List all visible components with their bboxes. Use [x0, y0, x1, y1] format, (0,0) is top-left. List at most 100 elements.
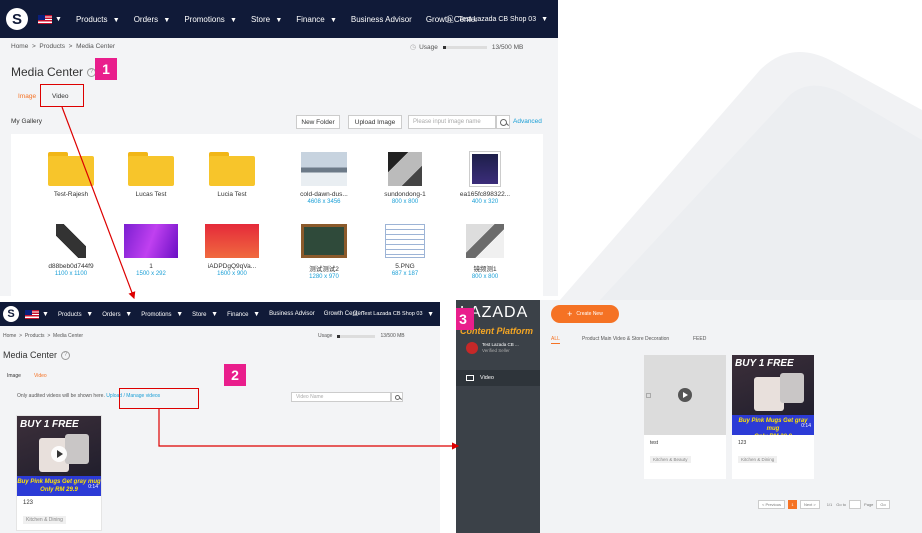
nav-store[interactable]: Store ▼	[251, 15, 282, 24]
sidebar-item-video[interactable]: Video	[456, 370, 540, 386]
create-new-button[interactable]: + Create New	[551, 305, 619, 323]
item-size: 800 x 800	[471, 274, 499, 280]
step-badge-1: 1	[95, 58, 117, 80]
video-thumbnail: BUY 1 FREE Buy Pink Mugs Get gray mugOnl…	[732, 355, 814, 435]
page-number-current[interactable]: 1	[788, 500, 798, 509]
media-center-image-panel: S ▼ Products ▼ Orders ▼ Promotions ▼ Sto…	[0, 0, 558, 296]
gallery-label: My Gallery	[11, 118, 43, 125]
upload-image-button[interactable]: Upload Image	[348, 115, 402, 129]
image-item[interactable]: cold-dawn-dus... 4608 x 3456	[284, 152, 364, 205]
image-item[interactable]: d88beb0d744f9 1100 x 1100	[31, 224, 111, 277]
plus-icon: +	[567, 309, 573, 319]
video-card[interactable]: test Kitchen & Beauty	[644, 355, 726, 479]
usage-bar	[442, 45, 487, 49]
nav-store[interactable]: Store ▼	[192, 311, 218, 318]
chevron-down-icon[interactable]: ▼	[42, 311, 49, 318]
highlight-video-tab	[40, 84, 84, 107]
next-page-button[interactable]: Next >	[800, 500, 820, 509]
nav-orders[interactable]: Orders ▼	[102, 311, 132, 318]
nav-finance[interactable]: Finance ▼	[296, 15, 337, 24]
nav-products[interactable]: Products ▼	[58, 311, 93, 318]
folder-icon	[128, 152, 174, 186]
nav-finance[interactable]: Finance ▼	[227, 311, 260, 318]
chevron-down-icon[interactable]: ▼	[55, 16, 62, 23]
nav-promotions[interactable]: Promotions ▼	[184, 15, 237, 24]
image-item[interactable]: 测试测试2 1280 x 970	[284, 224, 364, 280]
breadcrumb-home[interactable]: Home	[11, 43, 28, 50]
top-nav-bar: S ▼ Products ▼ Orders ▼ Promotions ▼ Sto…	[0, 0, 558, 38]
item-size: 4608 x 3456	[307, 199, 341, 205]
seller-center-logo[interactable]: S	[3, 306, 19, 322]
goto-label: Go to	[836, 502, 847, 507]
store-avatar	[466, 342, 478, 354]
help-icon[interactable]: ?	[61, 351, 71, 361]
image-item[interactable]: 镜频测1 800 x 800	[445, 224, 525, 280]
phone-thumbnail	[388, 152, 422, 186]
previous-page-button[interactable]: < Previous	[758, 500, 786, 509]
video-card[interactable]: BUY 1 FREE Buy Pink Mugs Get gray mugOnl…	[732, 355, 814, 479]
video-search-input[interactable]: Video Name	[291, 392, 391, 402]
tab-video[interactable]: Video	[34, 373, 47, 379]
folder-item[interactable]: Lucas Test	[111, 152, 191, 198]
item-size: 800 x 800	[391, 199, 419, 205]
search-button[interactable]	[391, 392, 403, 402]
folder-item[interactable]: Test-Rajesh	[31, 152, 111, 198]
nav-orders[interactable]: Orders ▼	[134, 15, 171, 24]
item-size: 1600 x 900	[217, 271, 247, 277]
tab-image[interactable]: Image	[18, 93, 36, 100]
image-search-input[interactable]: Please input image name	[408, 115, 496, 129]
folder-icon	[48, 152, 94, 186]
nav-business-advisor[interactable]: Business Advisor	[351, 15, 412, 24]
usage-indicator: Usage 13/500 MB	[318, 333, 405, 339]
play-icon[interactable]	[678, 388, 692, 402]
search-button[interactable]	[496, 115, 510, 129]
page-input[interactable]	[849, 500, 862, 509]
advanced-link[interactable]: Advanced	[513, 118, 542, 125]
breadcrumb-media-center: Media Center	[76, 43, 116, 50]
nav-business-advisor[interactable]: Business Advisor	[269, 311, 315, 317]
nav-products[interactable]: Products ▼	[76, 15, 120, 24]
breadcrumb-products[interactable]: Products	[25, 333, 45, 339]
go-button[interactable]: Go	[876, 500, 890, 509]
video-card[interactable]: BUY 1 FREE Buy Pink Mugs Get gray mugOnl…	[16, 415, 102, 531]
breadcrumb-home[interactable]: Home	[3, 333, 16, 339]
user-menu[interactable]: 👤︎ Test Lazada CB Shop 03 ▼	[352, 302, 434, 326]
image-item[interactable]: 1 1500 x 292	[111, 224, 191, 277]
step-badge-3: 3	[456, 308, 474, 330]
search-icon	[394, 394, 400, 400]
media-center-video-panel: S ▼ Products ▼ Orders ▼ Promotions ▼ Sto…	[0, 302, 440, 533]
breadcrumb: Home > Products > Media Center	[3, 333, 84, 339]
seller-center-logo[interactable]: S	[6, 8, 28, 30]
image-item[interactable]: iADPDgQ9qVa... 1600 x 900	[192, 224, 272, 277]
usb-drive-thumbnail	[56, 224, 86, 258]
tab-all[interactable]: ALL	[551, 336, 560, 344]
flag-icon[interactable]	[25, 309, 39, 319]
breadcrumb-products[interactable]: Products	[39, 43, 65, 50]
tab-image[interactable]: Image	[7, 373, 21, 379]
tab-feed[interactable]: FEED	[693, 336, 706, 342]
new-folder-button[interactable]: New Folder	[296, 115, 340, 129]
video-title: 123	[738, 440, 747, 446]
video-icon	[466, 375, 474, 381]
user-icon: 👤︎	[351, 311, 359, 317]
tab-product-main-video[interactable]: Product Main Video & Store Decoration	[582, 336, 669, 342]
image-item[interactable]: ea165fc898322... 400 x 320	[445, 151, 525, 205]
item-name: 1	[149, 263, 153, 270]
step-badge-2: 2	[224, 364, 246, 386]
nav-promotions[interactable]: Promotions ▼	[141, 311, 183, 318]
image-item[interactable]: 5.PNG 687 x 187	[365, 224, 445, 277]
user-menu[interactable]: 👤︎ Test Lazada CB Shop 03 ▼	[446, 0, 548, 38]
snow-landscape-thumbnail	[301, 152, 347, 186]
item-name: Test-Rajesh	[53, 191, 89, 198]
flag-icon[interactable]	[38, 14, 52, 24]
video-thumbnail: BUY 1 FREE Buy Pink Mugs Get gray mugOnl…	[17, 416, 101, 496]
search-icon	[499, 118, 507, 126]
image-item[interactable]: sundondong-1 800 x 800	[365, 152, 445, 205]
breadcrumb-media-center: Media Center	[53, 333, 84, 339]
folder-item[interactable]: Lucia Test	[192, 152, 272, 198]
item-name: d88beb0d744f9	[48, 263, 94, 270]
item-size: 1280 x 970	[309, 274, 339, 280]
sidebar: LAZADA Content Platform Test Lazada CB .…	[456, 300, 540, 533]
page-title: Media Center?	[11, 65, 97, 79]
store-profile[interactable]: Test Lazada CB ... Verified Seller	[466, 342, 519, 354]
